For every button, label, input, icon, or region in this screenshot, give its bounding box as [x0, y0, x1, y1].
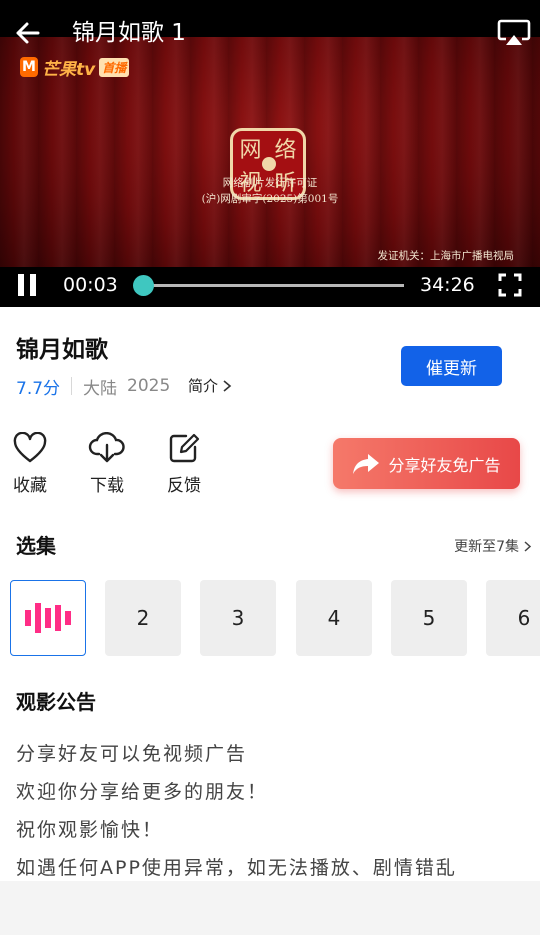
chevron-right-icon [223, 380, 232, 392]
video-player[interactable]: 网 络 视 听 网络剧片发行许可证 (沪)网剧审字(2025)第001号 发证机… [0, 0, 540, 307]
license-issuer: 发证机关：上海市广播电视局 [377, 250, 515, 262]
mgtv-mark-icon: M [20, 57, 38, 77]
pause-button[interactable] [18, 274, 38, 296]
progress-bar[interactable] [143, 284, 404, 287]
notice-title: 观影公告 [16, 690, 96, 714]
heart-icon [13, 432, 47, 463]
rating: 7.7分 [16, 378, 61, 399]
fullscreen-button[interactable] [498, 273, 522, 297]
progress-thumb[interactable] [133, 275, 155, 296]
episode-item[interactable]: 5 [391, 580, 467, 656]
player-title: 锦月如歌 1 [72, 20, 186, 46]
airplay-icon [497, 19, 531, 45]
episode-list: 2 3 4 5 6 [10, 580, 540, 657]
chevron-right-icon [524, 540, 532, 552]
cloud-download-icon [88, 432, 125, 463]
detail-panel: 锦月如歌 7.7分 大陆 2025 简介 催更新 收藏 下载 反馈 分享好友免广… [0, 307, 540, 881]
episodes-more-link[interactable]: 更新至7集 [454, 536, 532, 556]
favorite-label: 收藏 [13, 476, 47, 496]
region: 大陆 [83, 378, 118, 399]
notice-line: 祝你观影愉快！ [16, 819, 164, 841]
license-number: (沪)网剧审字(2025)第001号 [201, 193, 339, 205]
player-controls: 00:03 34:26 [0, 267, 540, 307]
license-title: 网络剧片发行许可证 [222, 177, 318, 189]
download-label: 下载 [90, 476, 124, 496]
fullscreen-icon [498, 273, 522, 297]
current-time: 00:03 [63, 274, 118, 296]
intro-label: 简介 [188, 377, 219, 395]
edit-icon [169, 433, 200, 463]
notice-body: 分享好友可以免视频广告 欢迎你分享给更多的朋友！ 祝你观影愉快！ 如遇任何APP… [16, 735, 457, 887]
logo-text: 芒果tv [42, 59, 96, 80]
share-no-ads-button[interactable]: 分享好友免广告 [333, 438, 520, 489]
episode-item[interactable] [10, 580, 86, 656]
episodes-title: 选集 [16, 534, 56, 558]
total-time: 34:26 [420, 274, 475, 296]
seal-play-dot [262, 157, 276, 171]
episode-item[interactable]: 6 [486, 580, 540, 656]
intro-link[interactable]: 简介 [188, 374, 232, 398]
now-playing-icon [25, 603, 71, 633]
favorite-button[interactable]: 收藏 [6, 432, 54, 496]
show-title: 锦月如歌 [16, 337, 108, 363]
back-button[interactable] [12, 17, 44, 49]
divider [71, 377, 73, 395]
pause-icon [30, 274, 36, 296]
urge-update-button[interactable]: 催更新 [401, 346, 502, 386]
feedback-label: 反馈 [167, 476, 201, 496]
show-meta: 7.7分 大陆 2025 [16, 374, 171, 399]
episode-item[interactable]: 2 [105, 580, 181, 656]
logo-badge: 首播 [99, 57, 130, 77]
year: 2025 [127, 376, 171, 396]
cast-button[interactable] [496, 17, 532, 49]
share-label: 分享好友免广告 [388, 455, 501, 475]
notice-line: 分享好友可以免视频广告 [16, 743, 248, 765]
share-arrow-icon [353, 453, 380, 474]
feedback-button[interactable]: 反馈 [160, 432, 208, 496]
pause-icon [18, 274, 24, 296]
notice-line: 欢迎你分享给更多的朋友！ [16, 781, 269, 803]
mgtv-logo: M 芒果tv 首播 [20, 56, 130, 80]
episodes-more-label: 更新至7集 [454, 539, 519, 555]
arrow-left-icon [16, 22, 40, 44]
download-button[interactable]: 下载 [83, 432, 131, 496]
episode-item[interactable]: 4 [296, 580, 372, 656]
episode-item[interactable]: 3 [200, 580, 276, 656]
notice-line: 如遇任何APP使用异常，如无法播放、剧情错乱 [16, 857, 457, 879]
